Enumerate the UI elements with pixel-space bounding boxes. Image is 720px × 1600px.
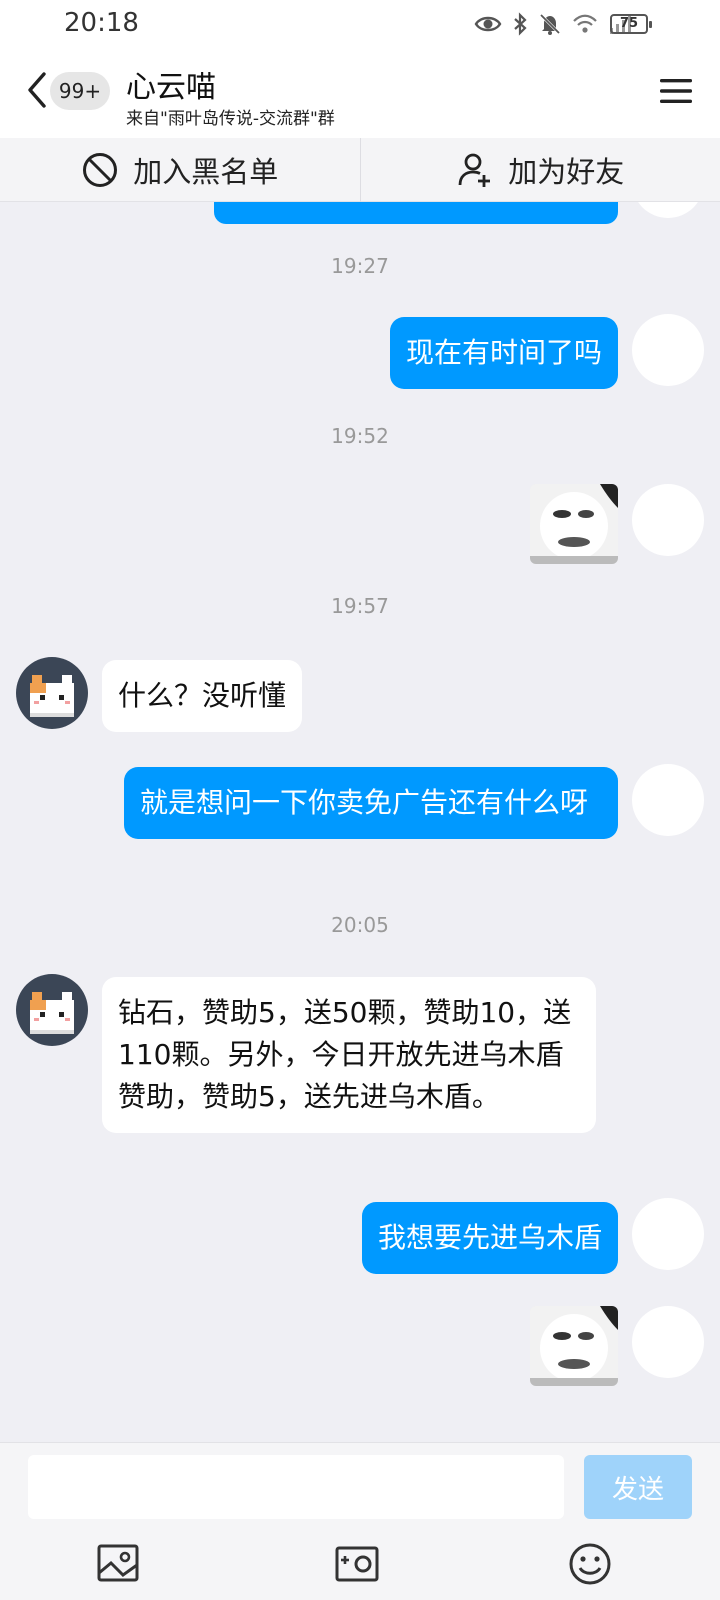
- avatar-other[interactable]: [16, 657, 88, 729]
- status-bar: 20:18 75: [0, 0, 720, 50]
- message-bubble-other[interactable]: 什么？没听懂: [102, 660, 303, 732]
- input-bar: 发送: [0, 1442, 720, 1600]
- add-person-icon: [458, 153, 491, 187]
- message-bubble-self[interactable]: 现在有时间了吗: [389, 317, 618, 389]
- avatar-self[interactable]: [632, 202, 704, 218]
- message-bubble-self[interactable]: 就是想问一下你卖免广告还有什么呀: [124, 767, 618, 839]
- avatar-self[interactable]: [632, 484, 704, 556]
- avatar-self[interactable]: [632, 1198, 704, 1270]
- blacklist-label: 加入黑名单: [133, 154, 279, 189]
- image-icon[interactable]: [96, 1541, 144, 1587]
- message-input[interactable]: [28, 1455, 564, 1519]
- bell-muted-icon: [539, 13, 561, 35]
- add-friend-button[interactable]: 加为好友: [361, 138, 720, 201]
- wifi-icon: [573, 14, 597, 33]
- eye-icon: [474, 16, 502, 32]
- message-bubble-self[interactable]: [214, 202, 618, 224]
- panda-face-sticker-icon: [530, 1306, 618, 1386]
- status-time: 20:18: [64, 8, 139, 38]
- hamburger-menu-icon[interactable]: [660, 78, 692, 104]
- chat-title: 心云喵: [126, 70, 216, 105]
- camera-icon[interactable]: [334, 1541, 382, 1587]
- emoji-icon[interactable]: [566, 1541, 614, 1587]
- avatar-self[interactable]: [632, 314, 704, 386]
- message-timestamp: 19:27: [331, 254, 389, 278]
- chat-header: 99+ 心云喵 来自"雨叶岛传说-交流群"群: [0, 50, 720, 138]
- chat-message-list[interactable]: 19:27 现在有时间了吗 19:52 19:57 什么？没听懂 就是想问一下你…: [0, 202, 720, 1442]
- sticker-image[interactable]: [530, 484, 618, 564]
- sticker-image[interactable]: [530, 1306, 618, 1386]
- battery-indicator: 75: [610, 14, 652, 34]
- message-timestamp: 19:52: [331, 424, 389, 448]
- block-icon: [83, 152, 118, 187]
- message-timestamp: 20:05: [331, 913, 389, 937]
- avatar-self[interactable]: [632, 1306, 704, 1378]
- back-arrow-icon[interactable]: [22, 70, 52, 110]
- bluetooth-icon: [514, 12, 527, 36]
- chat-subtitle: 来自"雨叶岛传说-交流群"群: [126, 109, 335, 129]
- avatar-self[interactable]: [632, 764, 704, 836]
- panda-face-sticker-icon: [530, 484, 618, 564]
- message-bubble-other[interactable]: 钻石，赞助5，送50颗，赞助10，送110颗。另外，今日开放先进乌木盾赞助，赞助…: [102, 977, 596, 1133]
- message-timestamp: 19:57: [331, 594, 389, 618]
- cat-avatar-icon: [30, 675, 74, 717]
- avatar-other[interactable]: [16, 974, 88, 1046]
- action-bar: 加入黑名单 加为好友: [0, 138, 720, 202]
- cat-avatar-icon: [30, 992, 74, 1034]
- send-button[interactable]: 发送: [584, 1455, 692, 1519]
- unread-count-badge[interactable]: 99+: [50, 72, 110, 110]
- blacklist-button[interactable]: 加入黑名单: [0, 138, 360, 201]
- add-friend-label: 加为好友: [508, 154, 625, 189]
- message-bubble-self[interactable]: 我想要先进乌木盾: [361, 1202, 618, 1274]
